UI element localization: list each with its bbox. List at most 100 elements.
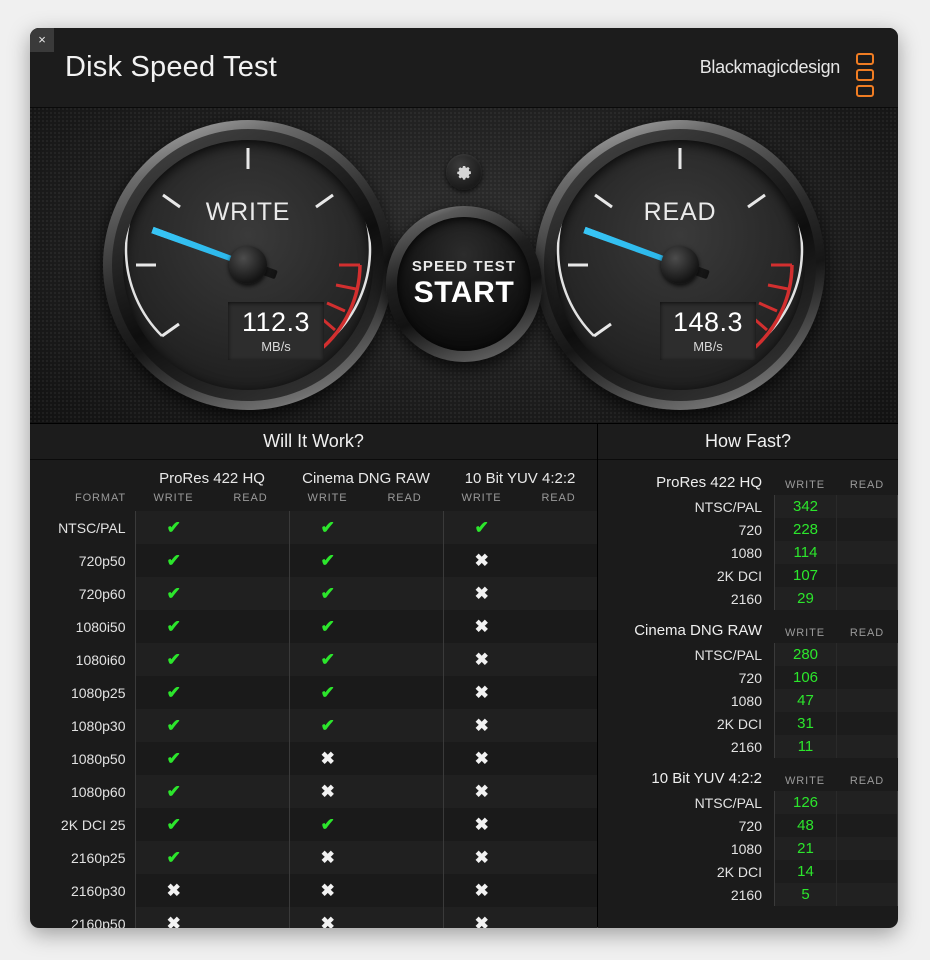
supported-check-icon: ✔ (288, 544, 367, 577)
page-title: Disk Speed Test (65, 51, 278, 83)
table-row: NTSC/PAL ✔ ✔ ✔ (30, 511, 598, 544)
subheader-write-2: WRITE (461, 492, 502, 504)
format-label: 720p60 (78, 585, 126, 602)
read-gauge-hub (661, 246, 699, 284)
unsupported-cross-icon: ✖ (442, 874, 521, 907)
subheader-read-0: READ (233, 492, 268, 504)
empty-cell (212, 841, 290, 874)
empty-cell (520, 742, 598, 775)
how-fast-read-value (836, 541, 898, 564)
list-item: 2K DCI 14 (598, 860, 898, 883)
close-button[interactable]: × (30, 28, 54, 52)
list-item: 2160 11 (598, 735, 898, 758)
format-label: 720p50 (78, 552, 126, 569)
how-fast-row-name: NTSC/PAL (694, 646, 762, 663)
list-item: 1080 114 (598, 541, 898, 564)
write-readout: 112.3 MB/s (228, 302, 324, 360)
unsupported-cross-icon: ✖ (288, 907, 367, 928)
empty-cell (212, 511, 290, 544)
how-fast-read-value (836, 564, 898, 587)
empty-cell (212, 544, 290, 577)
read-readout: 148.3 MB/s (660, 302, 756, 360)
how-fast-read-value (836, 587, 898, 610)
empty-cell (520, 577, 598, 610)
unsupported-cross-icon: ✖ (442, 709, 521, 742)
how-fast-row-name: NTSC/PAL (694, 794, 762, 811)
supported-check-icon: ✔ (134, 775, 212, 808)
blackmagic-logo-icon (856, 53, 876, 97)
write-value: 112.3 (241, 307, 311, 337)
format-label: 2K DCI 25 (60, 816, 126, 833)
empty-cell (520, 841, 598, 874)
how-fast-read-value (836, 689, 898, 712)
table-row: 1080i50 ✔ ✔ ✖ (30, 610, 598, 643)
supported-check-icon: ✔ (134, 676, 212, 709)
empty-cell (366, 610, 444, 643)
supported-check-icon: ✔ (134, 577, 212, 610)
how-fast-title: How Fast? (598, 424, 898, 460)
table-row: 1080i60 ✔ ✔ ✖ (30, 643, 598, 676)
empty-cell (212, 577, 290, 610)
empty-cell (212, 874, 290, 907)
format-label: 2160p25 (70, 849, 126, 866)
how-fast-write-header: WRITE (785, 627, 825, 639)
codec-header-row: ProRes 422 HQ Cinema DNG RAW 10 Bit YUV … (30, 460, 597, 489)
format-column-header: FORMAT (74, 492, 126, 504)
how-fast-write-value: 21 (774, 837, 836, 860)
empty-cell (366, 775, 444, 808)
how-fast-read-value (836, 860, 898, 883)
list-item: 720 228 (598, 518, 898, 541)
subheader-row: FORMAT WRITE READ WRITE READ WRITE READ (30, 489, 597, 511)
supported-check-icon: ✔ (134, 610, 212, 643)
empty-cell (520, 544, 598, 577)
empty-cell (366, 709, 444, 742)
how-fast-group-name: 10 Bit YUV 4:2:2 (651, 770, 762, 787)
codec-header-2: 10 Bit YUV 4:2:2 (464, 470, 576, 487)
supported-check-icon: ✔ (288, 511, 367, 544)
how-fast-row-name: 2K DCI (716, 567, 762, 584)
empty-cell (212, 808, 290, 841)
empty-cell (366, 643, 444, 676)
how-fast-row-name: 720 (738, 521, 762, 538)
list-item: 720 106 (598, 666, 898, 689)
format-label: 2160p30 (70, 882, 126, 899)
how-fast-read-value (836, 643, 898, 666)
empty-cell (212, 709, 290, 742)
write-gauge: WRITE 112.3 MB/s (103, 120, 393, 410)
how-fast-group-name: ProRes 422 HQ (656, 474, 762, 491)
how-fast-row-name: 2160 (730, 590, 762, 607)
how-fast-write-value: 280 (774, 643, 836, 666)
supported-check-icon: ✔ (134, 808, 212, 841)
how-fast-read-header: READ (849, 627, 885, 639)
empty-cell (366, 676, 444, 709)
empty-cell (520, 709, 598, 742)
settings-button[interactable] (446, 154, 482, 190)
unsupported-cross-icon: ✖ (442, 643, 521, 676)
table-row: 2K DCI 25 ✔ ✔ ✖ (30, 808, 598, 841)
will-it-work-panel: Will It Work? ProRes 422 HQ Cinema DNG R… (30, 424, 598, 928)
how-fast-list: ProRes 422 HQ WRITE READ NTSC/PAL 342 720 228 1… (598, 460, 898, 906)
unsupported-cross-icon: ✖ (134, 907, 212, 928)
empty-cell (520, 643, 598, 676)
format-label: 1080p60 (70, 783, 126, 800)
how-fast-panel: How Fast? ProRes 422 HQ WRITE READ NTSC/PAL… (597, 424, 898, 927)
how-fast-write-header: WRITE (785, 775, 825, 787)
how-fast-group-name: Cinema DNG RAW (634, 622, 762, 639)
empty-cell (366, 907, 444, 928)
empty-cell (212, 610, 290, 643)
how-fast-row-name: 1080 (730, 544, 762, 561)
how-fast-read-value (836, 814, 898, 837)
gear-icon (456, 165, 471, 180)
how-fast-row-name: 2K DCI (716, 715, 762, 732)
how-fast-write-value: 228 (774, 518, 836, 541)
empty-cell (520, 511, 598, 544)
how-fast-group: 10 Bit YUV 4:2:2 WRITE READ NTSC/PAL 126 720 4… (598, 764, 898, 906)
unsupported-cross-icon: ✖ (442, 742, 521, 775)
speed-test-start-button[interactable]: SPEED TEST START (386, 206, 542, 362)
empty-cell (366, 841, 444, 874)
how-fast-row-name: 1080 (730, 692, 762, 709)
unsupported-cross-icon: ✖ (288, 841, 367, 874)
list-item: 2160 5 (598, 883, 898, 906)
how-fast-read-value (836, 837, 898, 860)
how-fast-write-value: 14 (774, 860, 836, 883)
